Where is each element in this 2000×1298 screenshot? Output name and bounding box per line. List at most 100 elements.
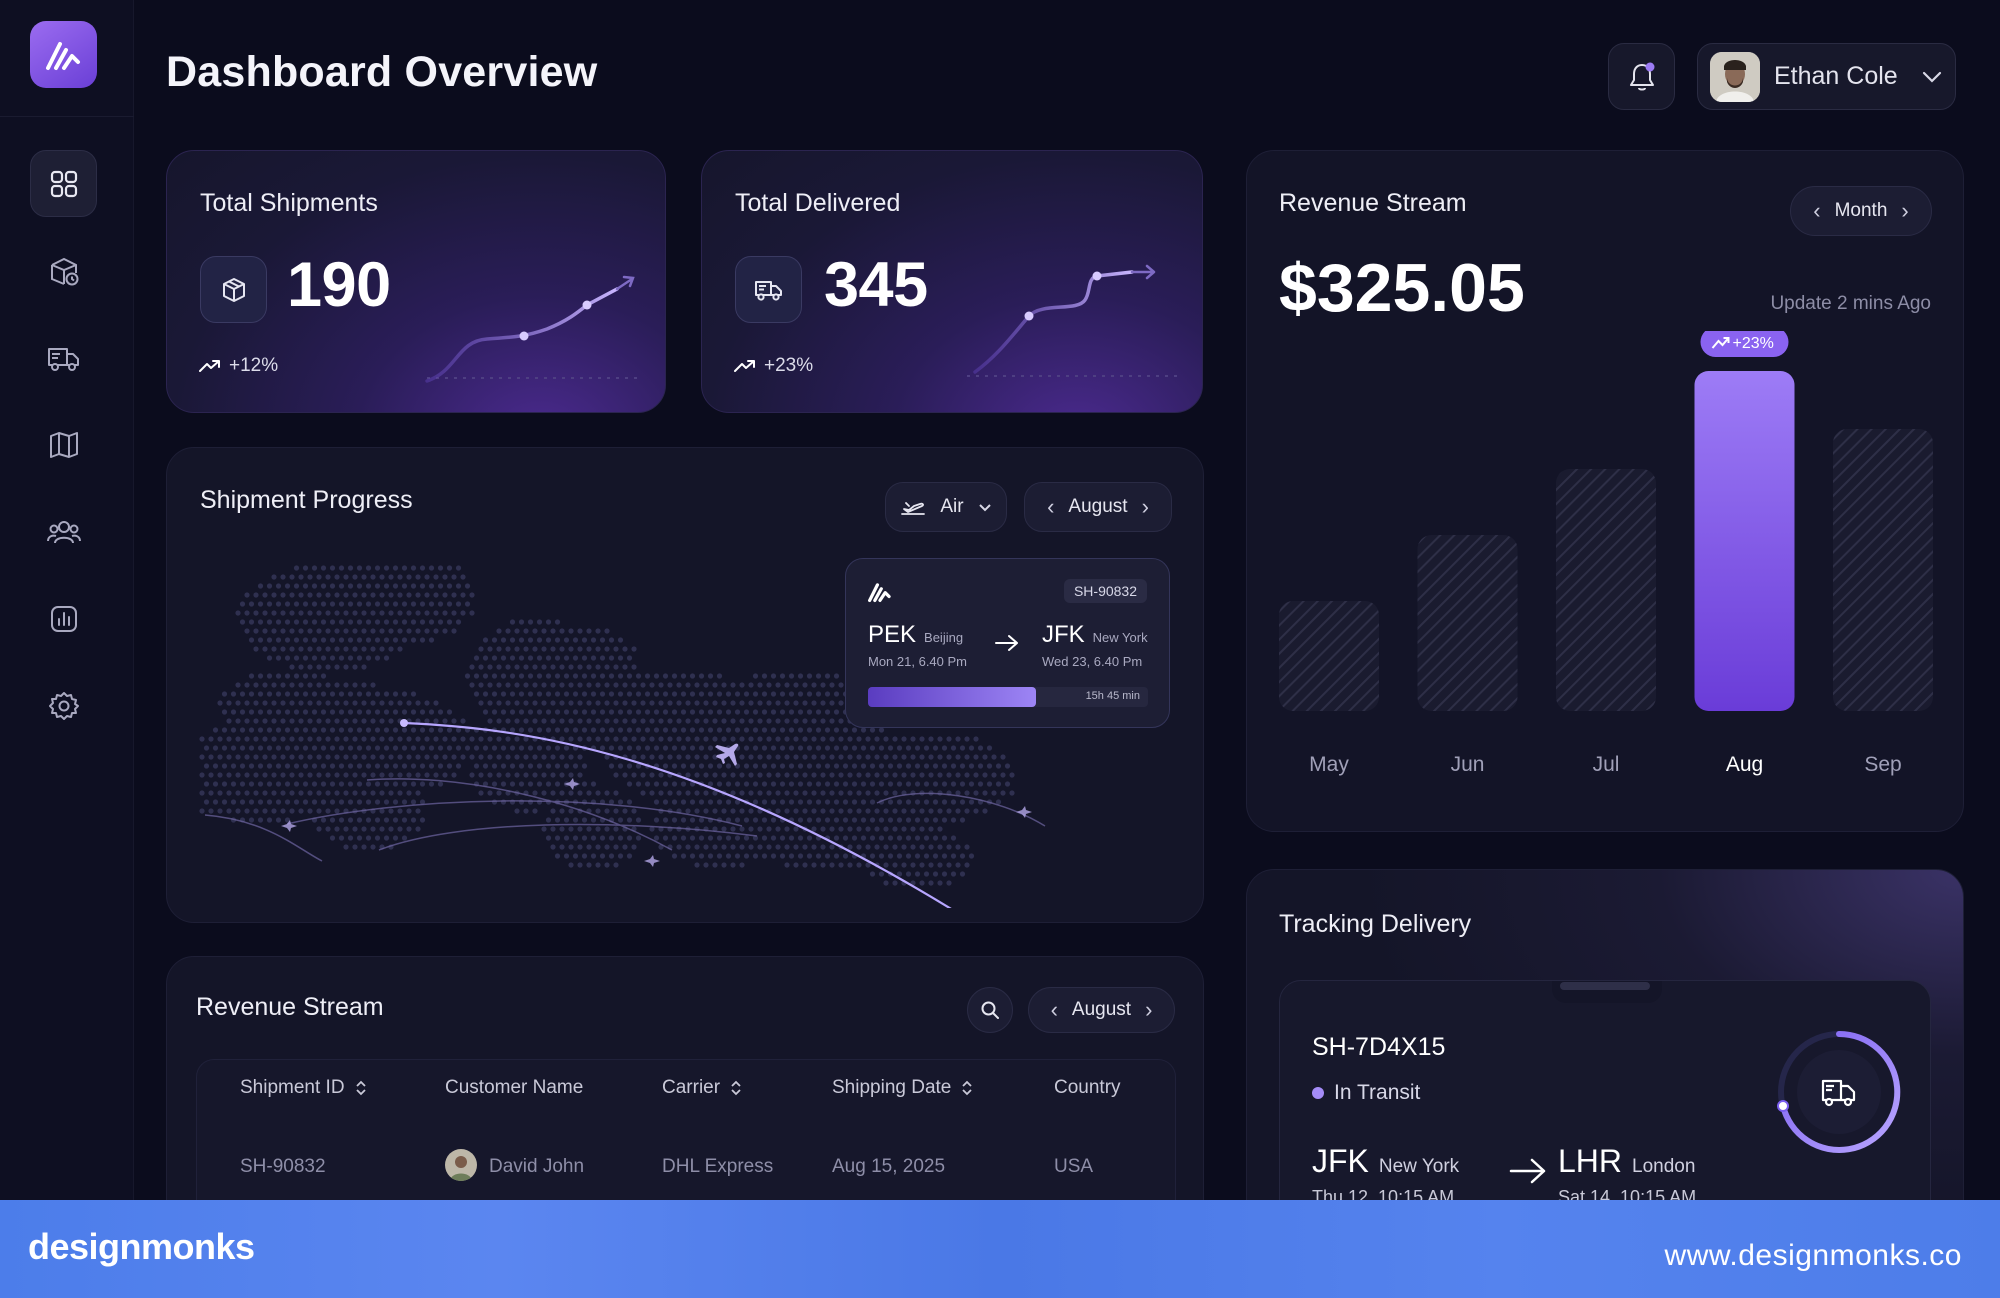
- transport-mode-dropdown[interactable]: Air: [885, 482, 1007, 532]
- chevron-left-icon[interactable]: ‹: [1813, 200, 1820, 222]
- column-header-shipment-id[interactable]: Shipment ID: [240, 1077, 367, 1099]
- card-title: Shipment Progress: [200, 486, 413, 514]
- column-header-customer-name[interactable]: Customer Name: [445, 1077, 583, 1099]
- total-shipments-card: Total Shipments 190 +12%: [166, 150, 666, 413]
- sort-icon: [962, 1080, 973, 1096]
- chevron-right-icon[interactable]: ›: [1901, 200, 1908, 222]
- search-button[interactable]: [967, 987, 1013, 1033]
- app-logo[interactable]: [30, 21, 97, 88]
- avatar: [1710, 51, 1760, 102]
- flight-info-card[interactable]: SH-90832 PEK Beijing Mon 21, 6.40 Pm JFK…: [845, 558, 1170, 728]
- box-icon: [200, 256, 267, 323]
- origin-code: PEK: [868, 621, 917, 648]
- month-selector[interactable]: ‹ August ›: [1024, 482, 1172, 532]
- bar-aug[interactable]: [1694, 371, 1795, 711]
- card-title: Revenue Stream: [196, 993, 384, 1021]
- total-delivered-card: Total Delivered 345 +23%: [701, 150, 1203, 413]
- delivery-progress-ring: [1777, 1030, 1901, 1153]
- airplane-icon: [281, 743, 1032, 867]
- cell-customer-name: David John: [489, 1156, 585, 1177]
- chevron-right-icon[interactable]: ›: [1142, 496, 1149, 518]
- notifications-button[interactable]: [1608, 43, 1675, 110]
- column-label: Shipment ID: [240, 1077, 345, 1098]
- sidebar-item-reports[interactable]: [30, 585, 97, 652]
- column-label: Carrier: [662, 1077, 721, 1098]
- shipment-progress-card: Shipment Progress Air ‹ August › SH-9083…: [166, 447, 1204, 923]
- arrow-right-icon: [995, 635, 1018, 651]
- user-name: Ethan Cole: [1774, 62, 1898, 90]
- bar-sep[interactable]: [1833, 429, 1933, 711]
- brand-logo[interactable]: designmonks: [28, 1226, 255, 1268]
- sidebar-item-map[interactable]: [30, 411, 97, 478]
- origin: JFK New York: [1312, 1143, 1459, 1180]
- column-label: Country: [1054, 1077, 1121, 1098]
- x-axis-label: Jul: [1593, 753, 1620, 776]
- departure-time: Mon 21, 6.40 Pm: [868, 654, 967, 669]
- sidebar-item-delivery[interactable]: [30, 324, 97, 391]
- status-badge: In Transit: [1312, 1081, 1420, 1105]
- chevron-left-icon[interactable]: ‹: [1047, 496, 1054, 518]
- sparkline: [425, 275, 637, 383]
- column-header-shipping-date[interactable]: Shipping Date: [832, 1077, 973, 1099]
- sidebar-item-customers[interactable]: [30, 498, 97, 565]
- truck-icon: [47, 347, 79, 371]
- update-time: Update 2 mins Ago: [1770, 293, 1931, 314]
- notification-dot: [1645, 62, 1654, 71]
- x-axis-label: May: [1309, 753, 1349, 776]
- stat-change-value: +12%: [229, 355, 279, 376]
- website-link[interactable]: www.designmonks.co: [1665, 1239, 1962, 1273]
- mode-label: Air: [940, 496, 964, 517]
- sidebar-item-settings[interactable]: [30, 672, 97, 739]
- chevron-right-icon[interactable]: ›: [1145, 999, 1152, 1021]
- cell-shipment-id[interactable]: SH-90832: [240, 1156, 326, 1178]
- page-title: Dashboard Overview: [166, 48, 598, 96]
- growth-badge-label: +23%: [1733, 335, 1774, 352]
- logo-icon: [45, 41, 80, 70]
- bar-jul[interactable]: [1556, 469, 1656, 711]
- active-route: [403, 721, 952, 908]
- bar-may[interactable]: [1279, 601, 1379, 711]
- sort-icon: [355, 1080, 366, 1096]
- status-dot: [1312, 1087, 1324, 1099]
- stat-change: +12%: [199, 355, 278, 377]
- user-menu[interactable]: Ethan Cole: [1697, 43, 1956, 110]
- card-title: Total Delivered: [735, 189, 901, 217]
- x-axis-label: Sep: [1864, 753, 1901, 776]
- shipment-id-badge: SH-90832: [1063, 579, 1147, 603]
- period-label: Month: [1834, 200, 1888, 221]
- growth-badge: +23%: [1700, 331, 1789, 357]
- x-axis-label: Aug: [1726, 753, 1763, 776]
- bar-jun[interactable]: [1417, 535, 1518, 711]
- origin-code: JFK: [1312, 1143, 1369, 1179]
- sidebar-item-shipments[interactable]: [30, 237, 97, 304]
- box-clock-icon: [50, 257, 78, 285]
- drag-handle[interactable]: [1560, 982, 1650, 990]
- bell-icon: [1629, 62, 1654, 90]
- month-selector[interactable]: ‹ August ›: [1028, 987, 1175, 1033]
- flight-duration: 15h 45 min: [1085, 690, 1140, 702]
- trend-up-icon: [199, 360, 220, 372]
- search-icon: [981, 1001, 999, 1019]
- column-header-country[interactable]: Country: [1054, 1077, 1121, 1099]
- period-selector[interactable]: ‹ Month ›: [1790, 186, 1932, 236]
- arrival-time: Wed 23, 6.40 Pm: [1042, 654, 1143, 669]
- origin: PEK Beijing: [868, 621, 963, 649]
- sparkline: [967, 264, 1182, 377]
- trend-up-icon: [734, 360, 755, 372]
- sort-icon: [731, 1080, 741, 1096]
- x-axis-label: Jun: [1451, 753, 1485, 776]
- stat-value: 345: [824, 250, 928, 320]
- arrow-right-icon: [1509, 1158, 1546, 1184]
- destination: JFK New York: [1042, 621, 1148, 649]
- destination-city: New York: [1092, 630, 1148, 645]
- card-title: Revenue Stream: [1279, 189, 1467, 217]
- airplane-icon: [901, 502, 926, 515]
- column-header-carrier[interactable]: Carrier: [662, 1077, 742, 1099]
- gear-icon: [48, 691, 79, 720]
- sidebar-divider: [0, 116, 134, 117]
- revenue-bar-chart: +23% May Jun Jul Aug Sep: [1279, 331, 1933, 776]
- chevron-left-icon[interactable]: ‹: [1051, 999, 1058, 1021]
- grid-icon: [50, 170, 77, 197]
- card-title: Total Shipments: [200, 189, 378, 217]
- sidebar-item-dashboard[interactable]: [30, 150, 97, 217]
